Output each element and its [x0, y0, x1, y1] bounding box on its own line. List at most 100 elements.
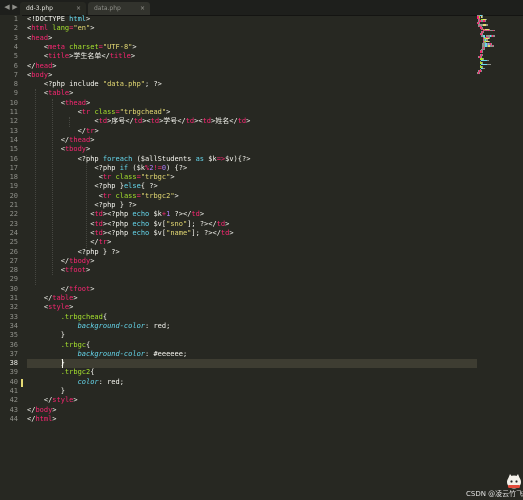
modified-line-marker	[21, 378, 23, 387]
line-number: 4	[13, 42, 18, 51]
tag-name: style	[52, 396, 74, 405]
line-number-gutter: 1 2 3 4 5 6 7 8 9 10 11 12 13 14 15 16 17 18 19 20 21 22 23 24 2…	[0, 15, 23, 423]
css-value: red	[107, 377, 120, 386]
line-number: 33	[9, 312, 18, 321]
line-number: 39	[9, 368, 18, 377]
css-selector: .trbgc	[27, 340, 87, 349]
tab-scroll-right-icon[interactable]: ▶	[10, 2, 20, 13]
code-line: <!DOCTYPE html>	[27, 15, 90, 24]
attribute-name: class	[111, 191, 137, 200]
line-number: 14	[9, 135, 18, 144]
minimap-segment	[492, 35, 495, 37]
code-text: >	[90, 24, 95, 33]
css-selector: .trbgchead	[27, 312, 103, 321]
code-line: <?php if ($k%2!=0) {?>	[27, 164, 187, 173]
tag-name: body	[31, 70, 49, 79]
code-text: <	[27, 117, 99, 126]
line-number: 6	[13, 61, 18, 70]
code-text: <	[27, 191, 103, 200]
tab-dd-3-php[interactable]: dd-3.php ×	[20, 2, 86, 15]
line-number: 1	[13, 15, 18, 23]
code-text: {	[90, 368, 95, 377]
line-number: 8	[13, 80, 18, 89]
code-line: <?php } ?>	[27, 248, 120, 257]
code-text: <	[27, 210, 95, 219]
code-text: >	[73, 396, 78, 405]
code-line: .trbgc{	[27, 340, 91, 350]
close-icon[interactable]: ×	[140, 2, 145, 15]
text-caret	[61, 359, 63, 369]
code-text: ) {?>	[166, 163, 188, 172]
keyword: if	[119, 163, 129, 172]
code-text: >	[86, 15, 91, 23]
css-property: color	[27, 377, 99, 386]
tab-label: data.php	[94, 5, 121, 12]
line-number: 20	[9, 191, 18, 200]
tag-name: thead	[64, 98, 87, 107]
code-text: >学号</	[159, 117, 186, 126]
line-number: 28	[9, 266, 18, 275]
code-text: }	[27, 387, 65, 395]
line-number: 2	[13, 24, 18, 33]
line-number: 15	[9, 145, 18, 154]
line-number: 27	[9, 256, 18, 265]
code-text: ><?php	[102, 219, 133, 228]
line-number: 44	[9, 414, 18, 423]
line-number: 37	[9, 349, 18, 358]
line-number: 29	[9, 275, 18, 284]
code-line: <td>序号</td><td>学号</td><td>姓名</td>	[27, 117, 250, 126]
line-number: 25	[9, 238, 18, 247]
code-line: color: red;	[27, 378, 124, 387]
minimap[interactable]	[477, 15, 523, 75]
code-text: <	[27, 228, 95, 237]
code-line: </thead>	[27, 135, 95, 145]
code-area[interactable]: <!DOCTYPE html> <html lang="en"> <head> <m…	[27, 15, 477, 423]
code-line: <?php } ?>	[27, 201, 136, 210]
code-text: $v){?>	[225, 154, 251, 163]
css-property: background-color	[27, 321, 146, 330]
string-literal: "name"	[166, 228, 192, 237]
code-line: <td><?php echo $k+1 ?></td>	[27, 210, 204, 219]
line-number: 34	[9, 321, 18, 330]
tag-name: meta	[48, 42, 65, 51]
code-text: ><	[194, 117, 203, 126]
tag-name: tr	[81, 108, 91, 116]
line-number: 7	[13, 70, 18, 79]
css-value: #eeeeee	[153, 349, 183, 358]
code-text: >	[86, 145, 91, 154]
operator: =>	[216, 154, 226, 163]
code-text: >	[90, 135, 95, 144]
attribute-name: lang	[48, 24, 70, 33]
code-text: >	[132, 42, 137, 51]
tag-name: td	[98, 117, 108, 126]
keyword: as	[195, 154, 205, 163]
code-text: >	[48, 70, 53, 79]
code-line: </tr>	[27, 127, 99, 136]
line-number: 36	[9, 340, 18, 349]
tag-name: td	[94, 210, 103, 219]
css-value: red	[153, 321, 167, 330]
code-text: </	[27, 396, 53, 405]
string-literal: "UTF-8"	[102, 42, 133, 51]
tag-name: body	[35, 405, 53, 414]
code-text: <?php }	[27, 182, 124, 191]
code-text: ($k	[128, 163, 146, 172]
close-icon[interactable]: ×	[76, 2, 81, 15]
code-line: <style>	[27, 303, 74, 312]
line-number: 30	[9, 284, 18, 293]
line-number: 13	[9, 126, 18, 135]
code-line: background-color: #eeeeee;	[27, 349, 188, 359]
tag-name: table	[48, 89, 70, 98]
code-text: >	[130, 52, 136, 61]
string-literal: "trbgc"	[140, 173, 171, 182]
code-text: ]; ?></	[191, 228, 221, 237]
code-line: <tr class="trbgc2">	[27, 192, 179, 201]
tab-data-php[interactable]: data.php ×	[88, 2, 150, 15]
line-number: 41	[9, 387, 18, 395]
code-text: >	[52, 414, 57, 423]
tag-name: td	[185, 117, 195, 126]
keyword: echo	[132, 228, 150, 237]
code-text: >	[52, 405, 57, 414]
code-text: </	[27, 284, 70, 293]
code-line: }	[27, 359, 65, 368]
